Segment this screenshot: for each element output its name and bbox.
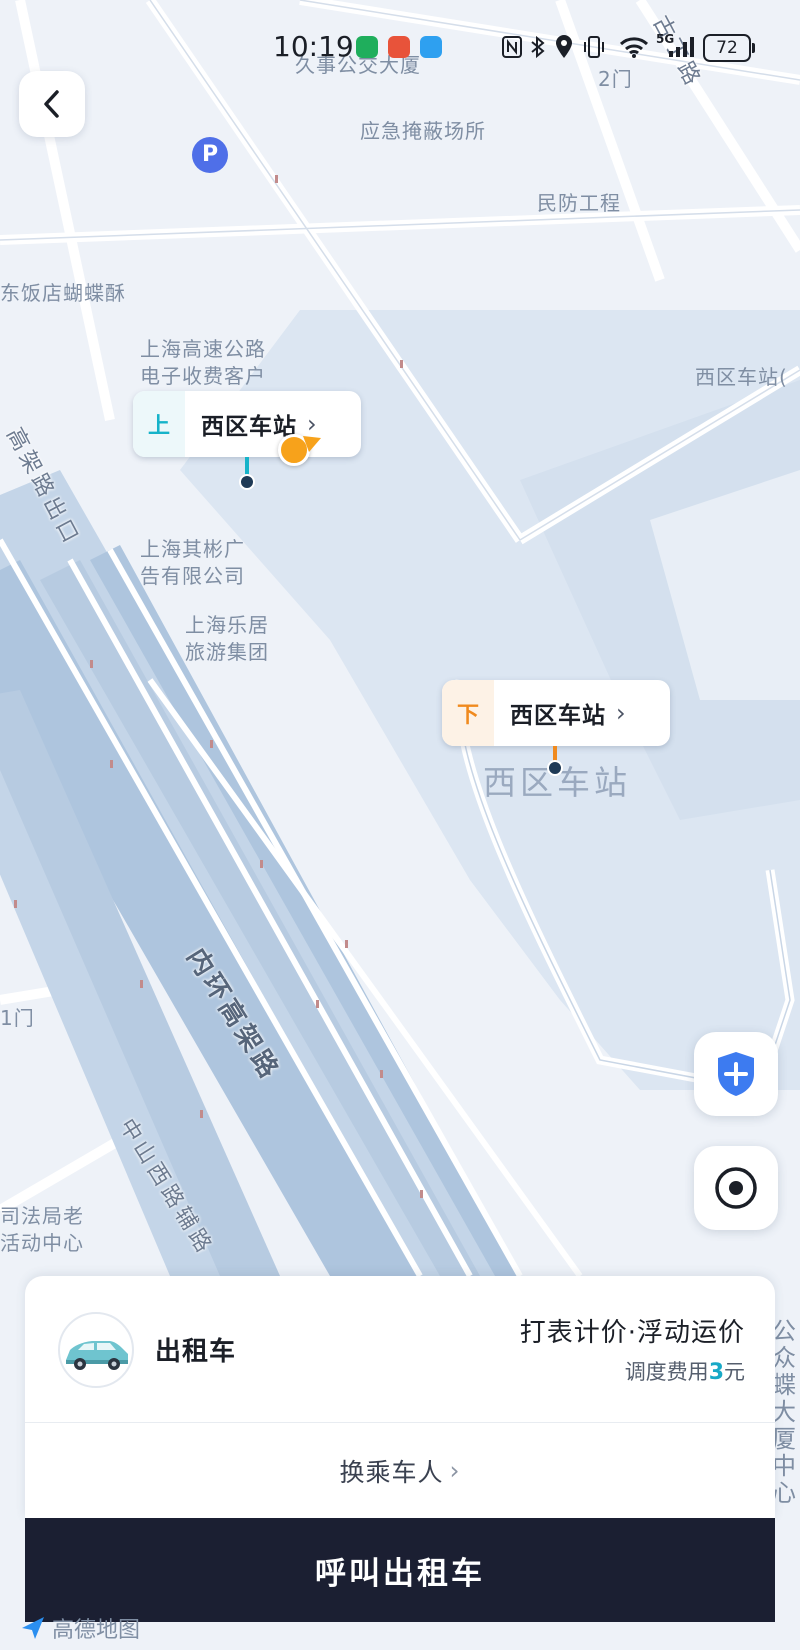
dispatch-fee-amount: 3 <box>708 1360 724 1385</box>
back-button[interactable] <box>19 71 85 137</box>
map-poi-label: 上海乐居 旅游集团 <box>185 613 269 664</box>
map-logo: 高德地图 <box>20 1612 140 1644</box>
pickup-tag: 上 <box>133 391 185 457</box>
parking-icon[interactable]: P <box>192 139 228 171</box>
pickup-name: 西区车站 <box>201 414 297 440</box>
map-poi-label: 1门 <box>0 1006 35 1030</box>
map-poi-label: 公众 蝶 大厦 中心 <box>772 1317 797 1507</box>
chevron-right-icon: › <box>616 699 626 727</box>
map-screen: 久事公交大厦 2门 应急掩蔽场所 民防工程 东饭店蝴蝶酥 上海高速公路 电子收费… <box>0 0 800 1650</box>
status-bar: 10:19 5G 72 <box>0 0 800 92</box>
change-passenger-label: 换乘车人 <box>339 1457 444 1487</box>
app-notification-icon <box>420 36 442 58</box>
nfc-icon <box>502 36 522 58</box>
map-poi-label: 上海其彬广 告有限公司 <box>140 537 245 588</box>
dropoff-name: 西区车站 <box>510 703 606 729</box>
battery-icon: 72 <box>703 34 755 62</box>
locate-target-icon <box>715 1167 757 1209</box>
vibrate-icon <box>584 36 604 58</box>
map-logo-text: 高德地图 <box>52 1618 141 1643</box>
chevron-right-icon: › <box>307 410 317 438</box>
chevron-right-icon: › <box>449 1456 461 1485</box>
change-passenger-button[interactable]: 换乘车人 › <box>25 1423 775 1518</box>
ride-type-label: 出租车 <box>155 1337 237 1367</box>
battery-level: 72 <box>716 38 738 58</box>
map-poi-label: 东饭店蝴蝶酥 <box>0 281 126 305</box>
shield-plus-icon <box>718 1052 754 1096</box>
call-taxi-button[interactable]: 呼叫出租车 <box>25 1518 775 1622</box>
safety-shield-button[interactable] <box>694 1032 778 1116</box>
locate-me-button[interactable] <box>694 1146 778 1230</box>
amap-logo-icon <box>22 1617 44 1639</box>
user-heading-icon <box>303 436 321 452</box>
app-notification-icon <box>356 36 378 58</box>
chevron-left-icon <box>44 90 59 118</box>
pricing-mode: 打表计价·浮动运价 <box>519 1318 745 1348</box>
location-icon <box>556 35 572 58</box>
signal-icon <box>669 37 694 57</box>
bluetooth-icon <box>531 36 545 58</box>
map-poi-label: 司法局老 活动中心 <box>0 1204 84 1255</box>
map-poi-label: 上海高速公路 电子收费客户 <box>140 337 266 388</box>
dropoff-marker-callout[interactable]: 下 西区车站 › <box>442 680 670 746</box>
dropoff-pin-dot <box>547 760 563 776</box>
pickup-pin-dot <box>239 474 255 490</box>
dispatch-fee-label: 调度费用 <box>624 1360 709 1384</box>
map-poi-label: 民防工程 <box>537 191 621 215</box>
taxi-car-icon <box>58 1312 134 1388</box>
dropoff-tag: 下 <box>442 680 494 746</box>
wifi-icon <box>619 37 649 58</box>
status-time: 10:19 <box>273 30 354 63</box>
ride-option-card[interactable]: 出租车 打表计价·浮动运价 调度费用3元 换乘车人 › <box>25 1276 775 1518</box>
dispatch-fee-unit: 元 <box>724 1360 745 1384</box>
map-poi-label: 应急掩蔽场所 <box>360 119 486 143</box>
dispatch-fee: 调度费用3元 <box>625 1356 745 1386</box>
app-notification-icon <box>388 36 410 58</box>
pickup-marker-callout[interactable]: 上 西区车站 › <box>133 391 361 457</box>
map-poi-label: 西区车站( <box>695 365 788 389</box>
